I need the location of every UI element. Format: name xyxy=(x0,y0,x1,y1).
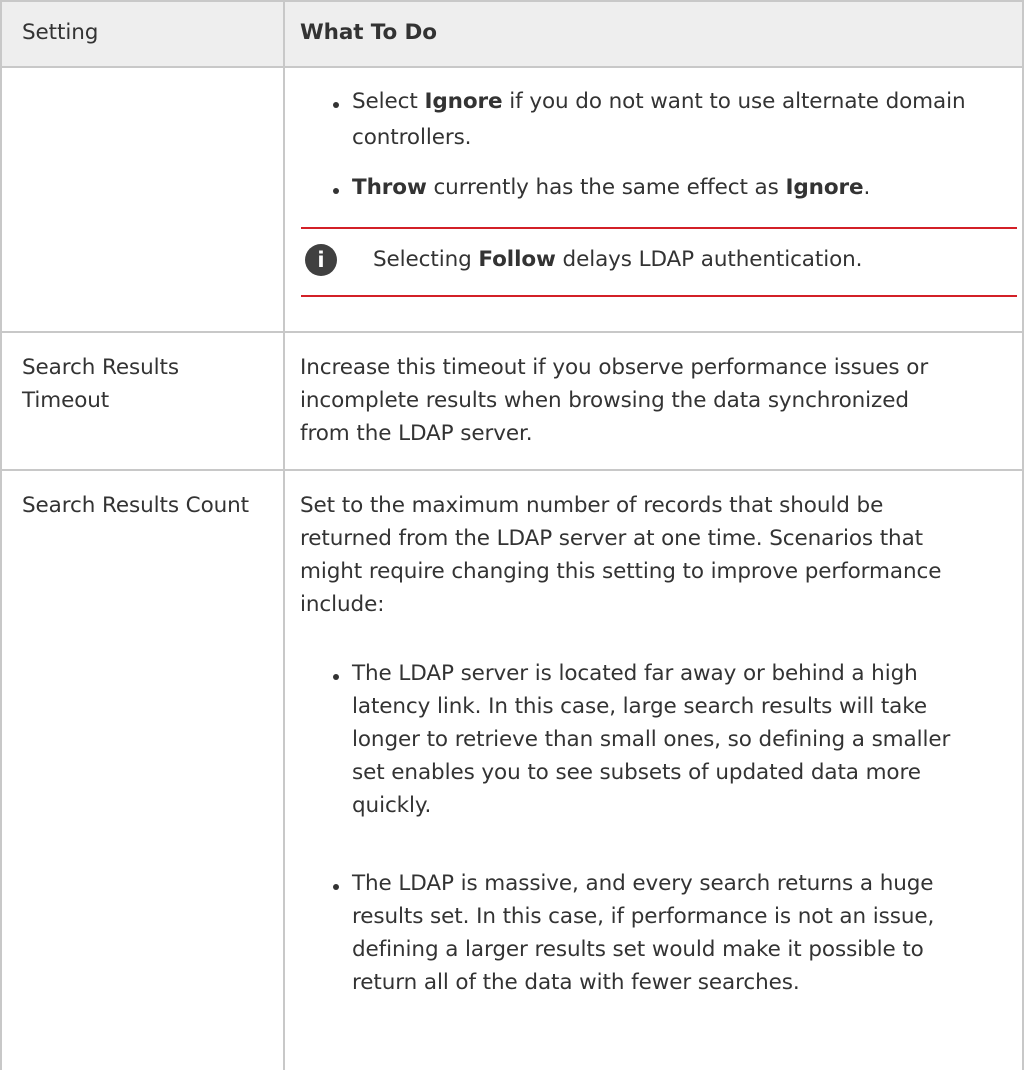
list-item-continuation: set enables you to see subsets of update… xyxy=(352,760,921,785)
description-line: incomplete results when browsing the dat… xyxy=(300,388,909,413)
row-divider xyxy=(0,469,1024,471)
list-item-continuation: results set. In this case, if performanc… xyxy=(352,904,935,929)
header-setting: Setting xyxy=(22,20,99,45)
table-top-border xyxy=(0,0,1024,2)
list-item: The LDAP server is located far away or b… xyxy=(352,661,918,686)
list-item-continuation: longer to retrieve than small ones, so d… xyxy=(352,727,951,752)
table-header xyxy=(0,0,1024,66)
note-text: Selecting Follow delays LDAP authenticat… xyxy=(373,247,863,272)
description-line: Increase this timeout if you observe per… xyxy=(300,355,929,380)
list-item-continuation: quickly. xyxy=(352,793,432,818)
list-item-continuation: latency link. In this case, large search… xyxy=(352,694,927,719)
note-bottom-rule xyxy=(301,295,1017,297)
list-item: Select Ignore if you do not want to use … xyxy=(352,89,966,114)
bullet xyxy=(333,188,339,194)
setting-name: Timeout xyxy=(22,388,110,413)
column-divider xyxy=(283,0,285,1070)
list-item: Throw currently has the same effect as I… xyxy=(352,175,871,200)
description-line: Set to the maximum number of records tha… xyxy=(300,493,884,518)
setting-name: Search Results xyxy=(22,355,179,380)
description-line: from the LDAP server. xyxy=(300,421,533,446)
row-divider xyxy=(0,331,1024,333)
list-item-continuation: defining a larger results set would make… xyxy=(352,937,924,962)
header-bottom-border xyxy=(0,66,1024,68)
bullet xyxy=(333,884,339,890)
description-line: include: xyxy=(300,592,385,617)
table-left-border xyxy=(0,0,2,1070)
note-top-rule xyxy=(301,227,1017,229)
info-icon: i xyxy=(305,244,337,276)
list-item-continuation: return all of the data with fewer search… xyxy=(352,970,800,995)
header-what-to-do: What To Do xyxy=(300,20,437,45)
list-item-continuation: controllers. xyxy=(352,125,472,150)
settings-table: Setting What To Do Select Ignore if you … xyxy=(0,0,1024,1070)
bullet xyxy=(333,674,339,680)
description-line: returned from the LDAP server at one tim… xyxy=(300,526,923,551)
setting-name: Search Results Count xyxy=(22,493,250,518)
bullet xyxy=(333,102,339,108)
list-item: The LDAP is massive, and every search re… xyxy=(352,871,934,896)
description-line: might require changing this setting to i… xyxy=(300,559,942,584)
